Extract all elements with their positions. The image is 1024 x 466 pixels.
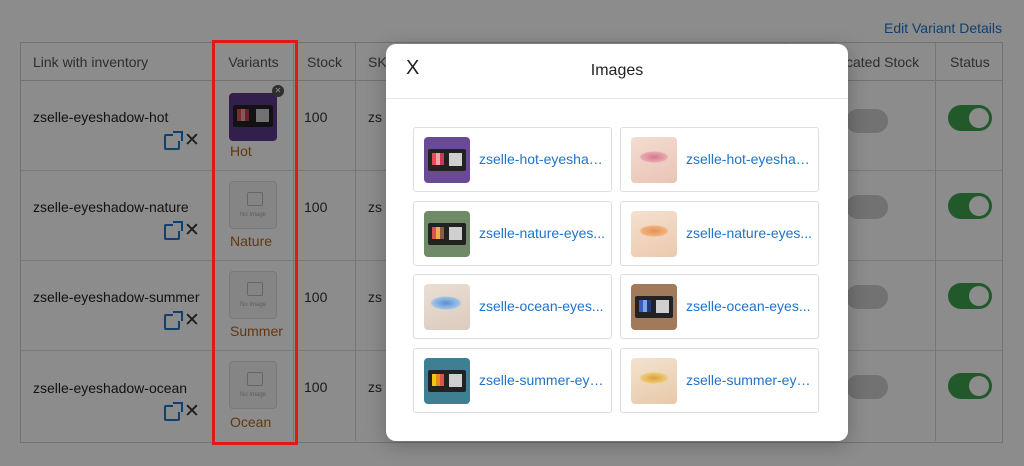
image-name-link[interactable]: zselle-nature-eyes... xyxy=(686,225,814,241)
image-name-link[interactable]: zselle-ocean-eyes... xyxy=(686,298,814,314)
image-name-link[interactable]: zselle-hot-eyeshad... xyxy=(686,151,814,167)
image-card[interactable]: zselle-summer-eye... xyxy=(620,348,819,413)
images-modal: X Images zselle-hot-eyeshad... zselle-ho… xyxy=(386,44,848,441)
image-thumbnail xyxy=(424,358,470,404)
variants-column-highlight xyxy=(212,40,298,445)
image-card[interactable]: zselle-nature-eyes... xyxy=(620,201,819,266)
image-name-link[interactable]: zselle-nature-eyes... xyxy=(479,225,607,241)
image-thumbnail xyxy=(424,211,470,257)
modal-header: X Images xyxy=(386,44,848,99)
image-name-link[interactable]: zselle-hot-eyeshad... xyxy=(479,151,607,167)
image-card[interactable]: zselle-ocean-eyes... xyxy=(413,274,612,339)
image-name-link[interactable]: zselle-ocean-eyes... xyxy=(479,298,607,314)
image-thumbnail xyxy=(631,211,677,257)
image-thumbnail xyxy=(424,284,470,330)
image-card[interactable]: zselle-summer-eye... xyxy=(413,348,612,413)
image-card[interactable]: zselle-hot-eyeshad... xyxy=(413,127,612,192)
image-thumbnail xyxy=(424,137,470,183)
image-name-link[interactable]: zselle-summer-eye... xyxy=(686,372,814,388)
modal-title: Images xyxy=(590,62,644,79)
image-card[interactable]: zselle-nature-eyes... xyxy=(413,201,612,266)
image-card[interactable]: zselle-hot-eyeshad... xyxy=(620,127,819,192)
image-thumbnail xyxy=(631,137,677,183)
image-thumbnail xyxy=(631,284,677,330)
image-card[interactable]: zselle-ocean-eyes... xyxy=(620,274,819,339)
image-thumbnail xyxy=(631,358,677,404)
image-name-link[interactable]: zselle-summer-eye... xyxy=(479,372,607,388)
